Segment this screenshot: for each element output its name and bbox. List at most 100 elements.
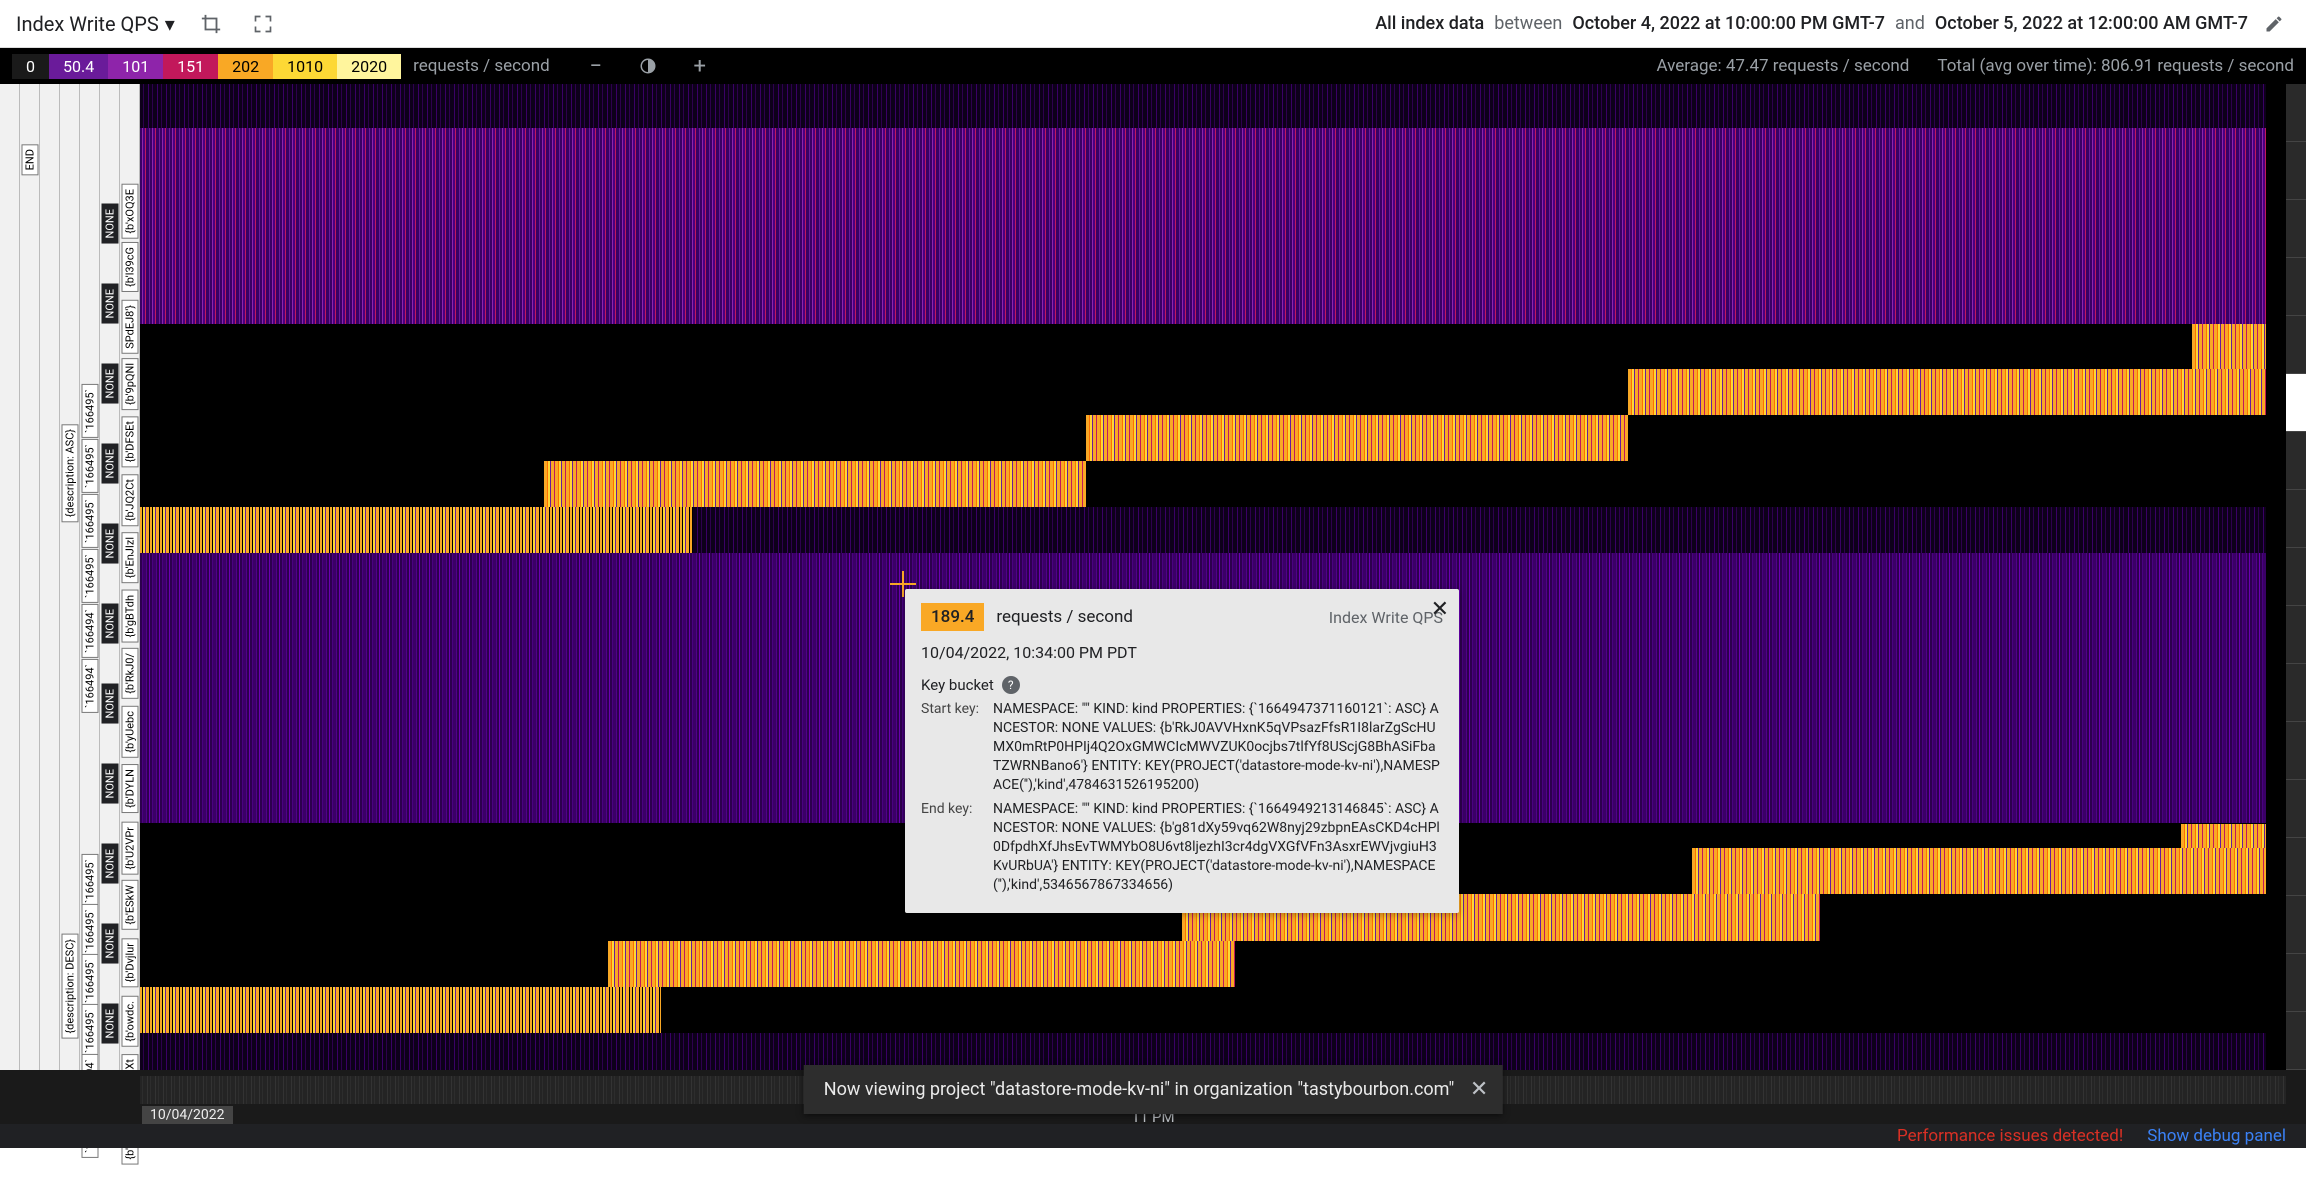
total-stat: Total (avg over time): 806.91 requests /… — [1937, 56, 2294, 76]
edit-range-icon[interactable] — [2258, 8, 2290, 40]
swatch-4: 202 — [218, 54, 273, 79]
heatmap-row[interactable] — [140, 941, 2266, 987]
axis-none-label: NONE — [101, 1004, 118, 1044]
axis-none-label: NONE — [101, 764, 118, 804]
color-scale: 0 50.4 101 151 202 1010 2020 — [12, 54, 401, 79]
axis-group-label: `166495` — [81, 549, 98, 603]
scroll-mark — [2286, 606, 2306, 664]
scroll-mark — [2286, 316, 2306, 374]
axis-group-label: `166495` — [81, 384, 98, 438]
heatmap-band — [140, 987, 661, 1033]
heatmap-band — [1692, 848, 2266, 894]
scroll-mark — [2286, 780, 2306, 838]
perf-warning: Performance issues detected! — [1897, 1126, 2123, 1146]
axis-strip-none: NONENONENONENONENONENONENONENONENONENONE… — [100, 84, 120, 1148]
axis-group-label: `166495` — [81, 954, 98, 1008]
footer-bar: Performance issues detected! Show debug … — [0, 1124, 2306, 1148]
tooltip-value: 189.4 — [921, 603, 984, 631]
heatmap-band — [544, 461, 1086, 507]
legend-units: requests / second — [413, 56, 550, 76]
topbar: Index Write QPS ▾ All index data between… — [0, 0, 2306, 48]
axis-label-end: END — [21, 144, 38, 175]
scroll-mark — [2286, 84, 2306, 142]
scroll-mark — [2286, 838, 2306, 896]
tooltip-units: requests / second — [996, 607, 1133, 627]
heatmap-row[interactable] — [140, 987, 2266, 1033]
scroll-mark — [2286, 142, 2306, 200]
fullscreen-icon[interactable] — [247, 8, 279, 40]
heatmap-row[interactable] — [140, 324, 2266, 369]
heatmap-row[interactable] — [140, 507, 2266, 553]
axis-value-label: {b'ESkW — [121, 880, 138, 930]
date-chip: 10/04/2022 — [142, 1106, 233, 1124]
scroll-mark — [2286, 954, 2306, 1012]
axis-strip-groups: `166495``166495``166495``166495``166494`… — [80, 84, 100, 1148]
axis-label-desc-desc: {description: DESC} — [61, 934, 78, 1039]
axis-group-label: `166495` — [81, 854, 98, 908]
scroll-mark — [2286, 896, 2306, 954]
axis-strip-4: {description: ASC} {description: DESC} — [60, 84, 80, 1148]
tooltip-timestamp: 10/04/2022, 10:34:00 PM PDT — [921, 643, 1443, 662]
swatch-6: 2020 — [337, 54, 401, 79]
axis-value-label: {b'9pQNl — [121, 358, 138, 410]
range-between: between — [1494, 13, 1562, 34]
axis-none-label: NONE — [101, 524, 118, 564]
legend-bar: 0 50.4 101 151 202 1010 2020 requests / … — [0, 48, 2306, 84]
axis-value-label: {b'Dvjlur — [121, 938, 138, 987]
axis-value-label: {b'yUebc — [121, 706, 138, 758]
swatch-3: 151 — [163, 54, 218, 79]
chevron-down-icon: ▾ — [165, 12, 175, 36]
toast-text: Now viewing project "datastore-mode-kv-n… — [824, 1079, 1455, 1100]
close-icon[interactable]: ✕ — [1470, 1077, 1488, 1102]
heatmap-band — [140, 507, 693, 553]
heatmap-row[interactable] — [140, 461, 2266, 507]
help-icon[interactable]: ? — [1002, 676, 1020, 694]
axis-strip-2: END — [20, 84, 40, 1148]
metric-title: Index Write QPS — [16, 12, 159, 36]
debug-panel-link[interactable]: Show debug panel — [2147, 1126, 2286, 1146]
zoom-in-icon[interactable]: + — [684, 50, 716, 82]
axis-none-label: NONE — [101, 684, 118, 724]
brightness-icon[interactable] — [632, 50, 664, 82]
axis-value-label: {b'RkJ0/ — [121, 648, 138, 699]
heatmap-band — [140, 84, 2266, 128]
axis-value-label: {b'DFSEt — [121, 416, 138, 467]
axis-strip-1: kind — [0, 84, 20, 1148]
heatmap-band — [1086, 415, 1628, 461]
scroll-mark — [2286, 722, 2306, 780]
heatmap-band — [2192, 324, 2266, 369]
crop-icon[interactable] — [195, 8, 227, 40]
close-icon[interactable]: ✕ — [1431, 597, 1449, 622]
startkey-value: NAMESPACE: "" KIND: kind PROPERTIES: {`1… — [993, 700, 1443, 794]
axis-value-label: {b'DYLN — [121, 764, 138, 813]
axis-value-label: {b'U2VPr — [121, 822, 138, 875]
left-axis: kind END {description: ASC} {description… — [0, 84, 140, 1148]
heatmap-band — [2181, 824, 2266, 849]
axis-label-desc-asc: {description: ASC} — [61, 424, 78, 522]
scroll-mark — [2286, 664, 2306, 722]
heatmap-canvas[interactable]: ✕ 189.4 requests / second Index Write QP… — [140, 84, 2286, 1148]
heatmap-band — [140, 128, 2266, 325]
range-and: and — [1895, 13, 1925, 34]
scroll-mark — [2286, 200, 2306, 258]
heatmap-band — [1628, 369, 2266, 415]
heatmap-row[interactable] — [140, 415, 2266, 461]
axis-value-label: {b'xOQ3E — [121, 184, 138, 239]
axis-value-label: SPdEJ8'} — [121, 300, 138, 354]
right-scroll-indicator[interactable] — [2286, 84, 2306, 1148]
axis-none-label: NONE — [101, 924, 118, 964]
axis-none-label: NONE — [101, 284, 118, 324]
heatmap-row[interactable] — [140, 369, 2266, 415]
tooltip-keybucket-label: Key bucket — [921, 676, 994, 694]
axis-value-label: {b'gBTdh — [121, 590, 138, 643]
axis-none-label: NONE — [101, 604, 118, 644]
tooltip: ✕ 189.4 requests / second Index Write QP… — [905, 589, 1459, 913]
axis-value-label: {b'EnJIzl — [121, 532, 138, 583]
toast: Now viewing project "datastore-mode-kv-n… — [804, 1065, 1503, 1114]
heatmap-row[interactable] — [140, 84, 2266, 128]
heatmap-row[interactable] — [140, 128, 2266, 325]
axis-value-label: {b'l39cG — [121, 242, 138, 292]
zoom-out-icon[interactable]: − — [580, 50, 612, 82]
scroll-mark — [2286, 374, 2306, 432]
metric-dropdown[interactable]: Index Write QPS ▾ — [16, 12, 175, 36]
